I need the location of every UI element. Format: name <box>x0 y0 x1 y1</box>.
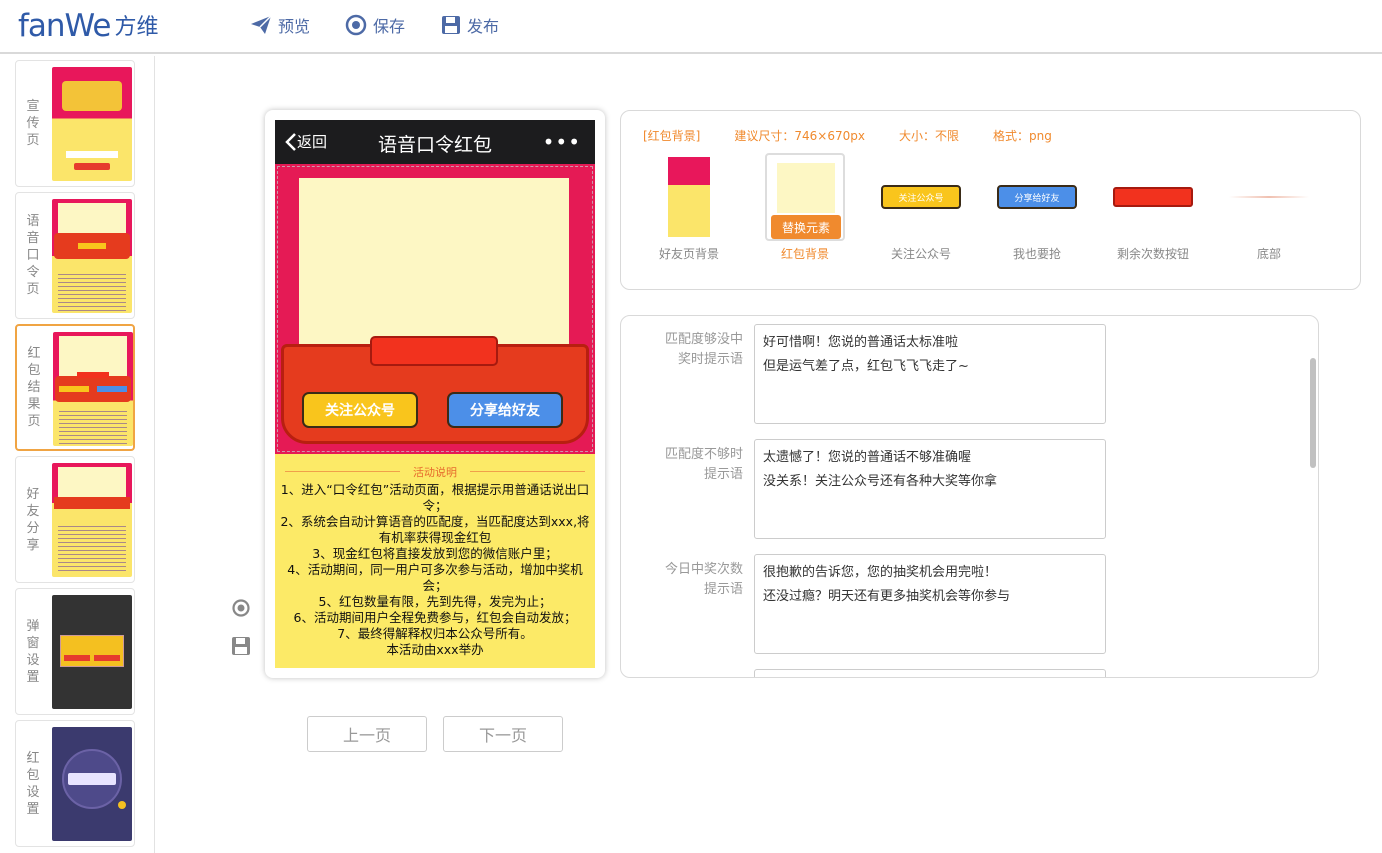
sidebar-item-label: 好 友 分 享 <box>26 486 40 553</box>
page-thumbnail <box>52 595 132 709</box>
message-label: 今日中奖次数 提示语 <box>664 562 743 597</box>
phone-preview: 返回 语音口令红包 ••• 关注公众号 分享给好友 活动说明 1、进入“口令红包… <box>265 110 605 678</box>
page-thumbnail <box>52 727 132 841</box>
rule-line: 5、红包数量有限，先到先得，发完为止； <box>318 594 552 609</box>
share-friends-button[interactable]: 分享给好友 <box>447 392 563 428</box>
rule-line: 7、最终得解释权归本公众号所有。 <box>337 626 533 641</box>
top-bar: fanWe 方维 预览 保存 发布 <box>0 0 1382 54</box>
sidebar-item-share[interactable]: 好 友 分 享 <box>15 456 135 583</box>
publish-label: 发布 <box>467 17 500 36</box>
page-sidebar: 宣 传 页 语 音 口 令 页 红 包 结 果 页 好 友 分 享 弹 窗 设 … <box>0 56 155 853</box>
asset-grab[interactable]: 分享给好友 我也要抢 <box>989 153 1085 263</box>
asset-thumbnail <box>1113 153 1193 241</box>
asset-format: 格式：png <box>992 129 1052 143</box>
phone-body: 关注公众号 分享给好友 活动说明 1、进入“口令红包”活动页面，根据提示用普通话… <box>275 164 595 668</box>
asset-friend-bg[interactable]: 好友页背景 <box>641 153 737 263</box>
asset-thumbnail <box>649 153 729 241</box>
remaining-times-button[interactable] <box>370 336 498 366</box>
asset-thumbnail: 分享给好友 <box>997 153 1077 241</box>
message-label: 匹配度不够时 提示语 <box>664 447 743 482</box>
page-thumbnail <box>52 199 132 313</box>
red-packet-background[interactable]: 关注公众号 分享给好友 <box>275 164 595 454</box>
asset-tag: [红包背景] <box>643 129 701 143</box>
sidebar-item-label: 宣 传 页 <box>26 99 40 148</box>
message-settings-panel: 匹配度够没中 奖时提示语 好可惜啊！您说的普通话太标准啦 但是运气差了点，红包飞… <box>620 315 1319 678</box>
message-textarea[interactable] <box>754 669 1106 677</box>
prev-page-button[interactable]: 上一页 <box>307 716 427 752</box>
asset-caption: 关注公众号 <box>890 247 951 261</box>
eye-icon <box>345 14 367 36</box>
message-textarea[interactable]: 好可惜啊！您说的普通话太标准啦 但是运气差了点，红包飞飞飞走了~ <box>754 324 1106 424</box>
asset-button-text: 分享给好友 <box>997 185 1077 209</box>
sidebar-item-voice[interactable]: 语 音 口 令 页 <box>15 192 135 319</box>
follow-account-button[interactable]: 关注公众号 <box>302 392 418 428</box>
message-row: 匹配度够没中 奖时提示语 好可惜啊！您说的普通话太标准啦 但是运气差了点，红包飞… <box>621 324 1318 424</box>
rule-line: 1、进入“口令红包”活动页面，根据提示用普通话说出口令； <box>280 482 590 513</box>
asset-caption: 红包背景 <box>780 247 829 261</box>
message-row: 匹配度不够时 提示语 太遗憾了！您说的普通话不够准确喔 没关系！关注公众号还有各… <box>621 439 1318 539</box>
save-button[interactable]: 保存 <box>345 12 405 38</box>
asset-remaining[interactable]: 剩余次数按钮 <box>1105 153 1201 263</box>
sidebar-item-promo[interactable]: 宣 传 页 <box>15 60 135 187</box>
asset-info: [红包背景] 建议尺寸：746×670px 大小：不限 格式：png <box>643 127 1086 144</box>
eye-icon[interactable] <box>231 598 251 618</box>
page-thumbnail <box>52 67 132 181</box>
replace-element-button[interactable]: 替换元素 <box>771 215 841 239</box>
rules-text: 1、进入“口令红包”活动页面，根据提示用普通话说出口令； 2、系统会自动计算语音… <box>277 482 593 658</box>
logo: fanWe 方维 <box>18 4 158 44</box>
publish-button[interactable]: 发布 <box>441 12 499 38</box>
sidebar-item-redpacket[interactable]: 红 包 设 置 <box>15 720 135 847</box>
asset-follow[interactable]: 关注公众号 关注公众号 <box>873 153 969 263</box>
asset-caption: 剩余次数按钮 <box>1116 247 1189 261</box>
asset-bottom[interactable]: 底部 <box>1221 153 1317 263</box>
asset-size: 建议尺寸：746×670px <box>734 129 865 143</box>
rule-line: 4、活动期间，同一用户可多次参与活动，增加中奖机会； <box>287 562 583 593</box>
sidebar-item-popup[interactable]: 弹 窗 设 置 <box>15 588 135 715</box>
message-textarea[interactable]: 太遗憾了！您说的普通话不够准确喔 没关系！关注公众号还有各种大奖等你拿 <box>754 439 1106 539</box>
preview-button[interactable]: 预览 <box>250 12 310 38</box>
phone-header: 返回 语音口令红包 ••• <box>275 120 595 164</box>
rule-line: 本活动由xxx举办 <box>386 642 484 657</box>
send-icon <box>251 15 272 34</box>
asset-panel: [红包背景] 建议尺寸：746×670px 大小：不限 格式：png 好友页背景… <box>620 110 1361 290</box>
asset-caption: 我也要抢 <box>1012 247 1061 261</box>
sidebar-item-label: 红 包 结 果 页 <box>27 346 41 429</box>
rules-title: 活动说明 <box>285 464 585 480</box>
message-row <box>621 669 1318 677</box>
page-thumbnail <box>52 463 132 577</box>
asset-button-text: 关注公众号 <box>881 185 961 209</box>
scrollbar[interactable] <box>1310 358 1316 468</box>
rule-line: 6、活动期间用户全程免费参与，红包会自动发放； <box>293 610 577 625</box>
preview-label: 预览 <box>278 17 311 36</box>
floppy-icon[interactable] <box>231 636 251 656</box>
floppy-icon <box>442 16 460 34</box>
save-label: 保存 <box>373 17 406 36</box>
asset-thumbnail: 关注公众号 <box>881 153 961 241</box>
page-thumbnail <box>53 332 133 446</box>
sidebar-item-label: 红 包 设 置 <box>26 750 40 817</box>
message-row: 今日中奖次数 提示语 很抱歉的告诉您，您的抽奖机会用完啦！ 还没过瘾？明天还有更… <box>621 554 1318 654</box>
asset-filesize: 大小：不限 <box>898 129 959 143</box>
logo-text-en: fanWe <box>18 8 111 44</box>
asset-thumbnail <box>1229 153 1309 241</box>
asset-redpacket-bg[interactable]: 替换元素 红包背景 <box>757 153 853 263</box>
more-icon[interactable]: ••• <box>543 130 581 154</box>
rule-line: 2、系统会自动计算语音的匹配度，当匹配度达到xxx,将有机率获得现金红包 <box>280 514 590 545</box>
asset-caption: 底部 <box>1256 247 1281 261</box>
sidebar-item-label: 语 音 口 令 页 <box>26 214 40 297</box>
message-textarea[interactable]: 很抱歉的告诉您，您的抽奖机会用完啦！ 还没过瘾？明天还有更多抽奖机会等你参与 <box>754 554 1106 654</box>
asset-thumbnail: 替换元素 <box>765 153 845 241</box>
sidebar-item-label: 弹 窗 设 置 <box>26 618 40 685</box>
logo-text-cn: 方维 <box>114 15 159 40</box>
sidebar-item-result[interactable]: 红 包 结 果 页 <box>15 324 135 451</box>
next-page-button[interactable]: 下一页 <box>443 716 563 752</box>
asset-caption: 好友页背景 <box>658 247 719 261</box>
message-label: 匹配度够没中 奖时提示语 <box>664 332 743 367</box>
rule-line: 3、现金红包将直接发放到您的微信账户里； <box>312 546 558 561</box>
